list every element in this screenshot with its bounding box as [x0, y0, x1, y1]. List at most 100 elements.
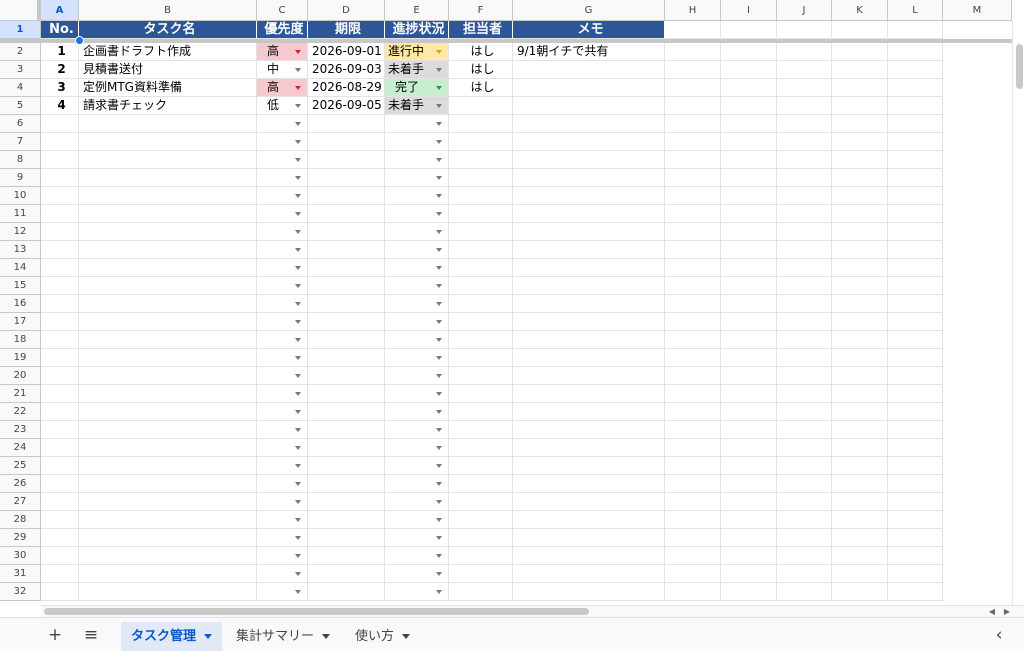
cell-K26[interactable] — [832, 475, 888, 493]
cell-L8[interactable] — [888, 151, 943, 169]
cell-G9[interactable] — [513, 169, 665, 187]
cell-D7[interactable] — [308, 133, 385, 151]
dropdown-chevron-icon[interactable] — [436, 158, 442, 162]
cell-L30[interactable] — [888, 547, 943, 565]
cell-B17[interactable] — [79, 313, 257, 331]
cell-L25[interactable] — [888, 457, 943, 475]
dropdown-chevron-icon[interactable] — [295, 158, 301, 162]
cell-G28[interactable] — [513, 511, 665, 529]
cell-B31[interactable] — [79, 565, 257, 583]
cell-H30[interactable] — [665, 547, 721, 565]
cell-B19[interactable] — [79, 349, 257, 367]
cell-H23[interactable] — [665, 421, 721, 439]
cell-A30[interactable] — [41, 547, 79, 565]
cell-L12[interactable] — [888, 223, 943, 241]
row-header[interactable]: 16 — [0, 295, 41, 313]
row-header[interactable]: 8 — [0, 151, 41, 169]
cell-A12[interactable] — [41, 223, 79, 241]
cell-A24[interactable] — [41, 439, 79, 457]
cell-F28[interactable] — [449, 511, 513, 529]
cell-G22[interactable] — [513, 403, 665, 421]
header-cell-C[interactable]: 優先度 — [257, 21, 308, 39]
cell-L7[interactable] — [888, 133, 943, 151]
cell-L9[interactable] — [888, 169, 943, 187]
cell-A14[interactable] — [41, 259, 79, 277]
cell-K28[interactable] — [832, 511, 888, 529]
cell-B8[interactable] — [79, 151, 257, 169]
cell-H20[interactable] — [665, 367, 721, 385]
cell-K7[interactable] — [832, 133, 888, 151]
dropdown-chevron-icon[interactable] — [436, 302, 442, 306]
cell-B12[interactable] — [79, 223, 257, 241]
cell-L14[interactable] — [888, 259, 943, 277]
cell-L32[interactable] — [888, 583, 943, 601]
cell-J24[interactable] — [777, 439, 832, 457]
dropdown-chevron-icon[interactable] — [436, 392, 442, 396]
cell-J1[interactable] — [777, 21, 832, 39]
cell-L5[interactable] — [888, 97, 943, 115]
cell-H5[interactable] — [665, 97, 721, 115]
cell-I11[interactable] — [721, 205, 777, 223]
cell-H13[interactable] — [665, 241, 721, 259]
cell-I10[interactable] — [721, 187, 777, 205]
dropdown-chevron-icon[interactable] — [295, 554, 301, 558]
cell-B18[interactable] — [79, 331, 257, 349]
cell-J6[interactable] — [777, 115, 832, 133]
cell-H10[interactable] — [665, 187, 721, 205]
cell-A19[interactable] — [41, 349, 79, 367]
cell-G3[interactable] — [513, 61, 665, 79]
cell-D6[interactable] — [308, 115, 385, 133]
cell-F5[interactable] — [449, 97, 513, 115]
cell-A11[interactable] — [41, 205, 79, 223]
cell-J8[interactable] — [777, 151, 832, 169]
cell-H11[interactable] — [665, 205, 721, 223]
cell-D14[interactable] — [308, 259, 385, 277]
cell-J2[interactable] — [777, 43, 832, 61]
cell-H12[interactable] — [665, 223, 721, 241]
cell-I9[interactable] — [721, 169, 777, 187]
cell-D10[interactable] — [308, 187, 385, 205]
cell-G17[interactable] — [513, 313, 665, 331]
dropdown-chevron-icon[interactable] — [295, 140, 301, 144]
cell-F6[interactable] — [449, 115, 513, 133]
add-sheet-icon[interactable]: + — [45, 625, 65, 645]
row-header[interactable]: 19 — [0, 349, 41, 367]
cell-D29[interactable] — [308, 529, 385, 547]
dropdown-chevron-icon[interactable] — [436, 104, 442, 108]
dropdown-chevron-icon[interactable] — [295, 482, 301, 486]
row-header[interactable]: 4 — [0, 79, 41, 97]
row-header[interactable]: 32 — [0, 583, 41, 601]
cell-B26[interactable] — [79, 475, 257, 493]
cell-F13[interactable] — [449, 241, 513, 259]
row-header[interactable]: 6 — [0, 115, 41, 133]
dropdown-chevron-icon[interactable] — [295, 572, 301, 576]
cell-K14[interactable] — [832, 259, 888, 277]
cell-L24[interactable] — [888, 439, 943, 457]
cell-D25[interactable] — [308, 457, 385, 475]
cell-B15[interactable] — [79, 277, 257, 295]
sheet-tab[interactable]: 使い方 — [345, 622, 420, 651]
cell-J27[interactable] — [777, 493, 832, 511]
cell-F30[interactable] — [449, 547, 513, 565]
column-header-M[interactable]: M — [943, 0, 1012, 21]
row-header[interactable]: 9 — [0, 169, 41, 187]
cell-H26[interactable] — [665, 475, 721, 493]
cell-I15[interactable] — [721, 277, 777, 295]
cell-A29[interactable] — [41, 529, 79, 547]
cell-J22[interactable] — [777, 403, 832, 421]
cell-B3[interactable]: 見積書送付 — [79, 61, 257, 79]
cell-G29[interactable] — [513, 529, 665, 547]
row-header[interactable]: 12 — [0, 223, 41, 241]
cell-G7[interactable] — [513, 133, 665, 151]
row-header[interactable]: 22 — [0, 403, 41, 421]
cell-A22[interactable] — [41, 403, 79, 421]
cell-K12[interactable] — [832, 223, 888, 241]
cell-D28[interactable] — [308, 511, 385, 529]
cell-G32[interactable] — [513, 583, 665, 601]
row-header[interactable]: 1 — [0, 21, 41, 39]
cell-F18[interactable] — [449, 331, 513, 349]
cell-J28[interactable] — [777, 511, 832, 529]
cell-F8[interactable] — [449, 151, 513, 169]
dropdown-chevron-icon[interactable] — [436, 590, 442, 594]
cell-I14[interactable] — [721, 259, 777, 277]
